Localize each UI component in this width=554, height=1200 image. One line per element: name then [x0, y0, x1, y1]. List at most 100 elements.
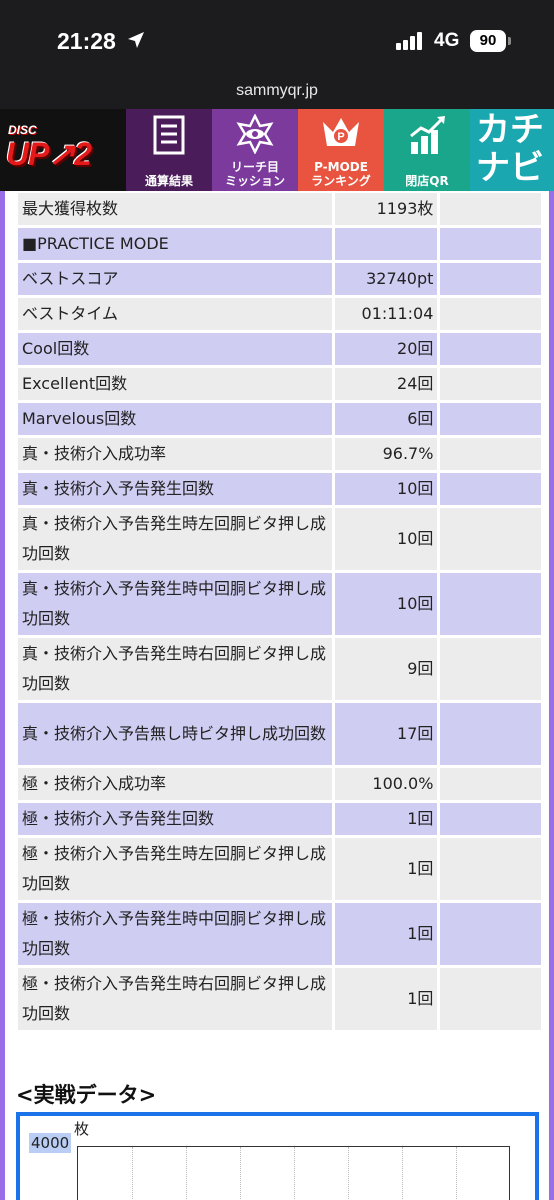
- row-extra: [440, 438, 541, 470]
- row-value: 32740pt: [334, 263, 438, 295]
- table-row: 最大獲得枚数 1193枚: [18, 193, 541, 225]
- location-arrow-icon: [128, 32, 144, 48]
- row-extra: [440, 968, 541, 1030]
- row-extra: [440, 803, 541, 835]
- row-extra: [440, 573, 541, 635]
- row-label: Cool回数: [18, 333, 332, 365]
- table-row: 極・技術介入予告発生時中回胴ビタ押し成功回数 1回: [18, 903, 541, 965]
- row-label: Marvelous回数: [18, 403, 332, 435]
- status-bar: 21:28 4G 90 sammyqr.jp: [0, 0, 554, 99]
- row-label: 真・技術介入予告発生時左回胴ビタ押し成功回数: [18, 508, 332, 570]
- row-value: 96.7%: [334, 438, 438, 470]
- nav-label: 閉店QR: [405, 174, 449, 188]
- battery-tip: [508, 37, 511, 45]
- row-label: Excellent回数: [18, 368, 332, 400]
- row-value: 100.0%: [334, 768, 438, 800]
- clock: 21:28: [57, 28, 116, 54]
- row-extra: [440, 768, 541, 800]
- row-value: 6回: [334, 403, 438, 435]
- row-extra: [440, 838, 541, 900]
- row-value: 9回: [334, 638, 438, 700]
- table-row: ベストタイム 01:11:04: [18, 298, 541, 330]
- row-value: 1回: [334, 803, 438, 835]
- row-extra: [440, 263, 541, 295]
- table-row: 真・技術介入成功率 96.7%: [18, 438, 541, 470]
- table-row: 極・技術介入予告発生回数 1回: [18, 803, 541, 835]
- gridline: [132, 1147, 133, 1200]
- row-extra: [440, 473, 541, 505]
- row-extra: [440, 298, 541, 330]
- nav-closing-qr[interactable]: 閉店QR: [384, 109, 470, 191]
- nav-total-results[interactable]: 通算結果: [126, 109, 212, 191]
- table-row: 極・技術介入予告発生時右回胴ビタ押し成功回数 1回: [18, 968, 541, 1030]
- table-row: 真・技術介入予告発生時右回胴ビタ押し成功回数 9回: [18, 638, 541, 700]
- battery-icon: 90: [470, 30, 506, 52]
- table-row: 真・技術介入予告無し時ビタ押し成功回数 17回: [18, 703, 541, 765]
- eye-icon: [236, 114, 274, 154]
- table-row: Marvelous回数 6回: [18, 403, 541, 435]
- row-extra: [440, 228, 541, 260]
- row-value: 1193枚: [334, 193, 438, 225]
- crown-icon: P: [323, 118, 359, 146]
- row-extra: [440, 903, 541, 965]
- row-label: 最大獲得枚数: [18, 193, 332, 225]
- kachi-navi-logo[interactable]: カチ ナビ: [470, 109, 554, 191]
- table-row: 真・技術介入予告発生時左回胴ビタ押し成功回数 10回: [18, 508, 541, 570]
- row-value: 17回: [334, 703, 438, 765]
- y-axis-max-label: 4000: [29, 1133, 72, 1153]
- row-label: 極・技術介入予告発生回数: [18, 803, 332, 835]
- section-title: <実戦データ>: [16, 1083, 157, 1107]
- svg-text:P: P: [337, 131, 344, 143]
- row-value: 1回: [334, 968, 438, 1030]
- row-extra: [440, 638, 541, 700]
- row-label: 真・技術介入予告発生回数: [18, 473, 332, 505]
- row-label: ベストタイム: [18, 298, 332, 330]
- row-value: 1回: [334, 903, 438, 965]
- nav-label: P-MODE ランキング: [311, 160, 371, 188]
- row-value: [334, 228, 438, 260]
- row-label: 真・技術介入予告発生時右回胴ビタ押し成功回数: [18, 638, 332, 700]
- row-extra: [440, 403, 541, 435]
- row-label: 極・技術介入予告発生時中回胴ビタ押し成功回数: [18, 903, 332, 965]
- chart-plot-area: [77, 1146, 510, 1200]
- row-value: 1回: [334, 838, 438, 900]
- row-label: 真・技術介入予告無し時ビタ押し成功回数: [18, 703, 332, 765]
- section-header-row: ■PRACTICE MODE: [18, 228, 541, 260]
- gridline: [186, 1147, 187, 1200]
- row-value: 01:11:04: [334, 298, 438, 330]
- table-row: ベストスコア 32740pt: [18, 263, 541, 295]
- row-value: 10回: [334, 508, 438, 570]
- gridline: [348, 1147, 349, 1200]
- table-row: 真・技術介入予告発生回数 10回: [18, 473, 541, 505]
- table-row: 極・技術介入予告発生時左回胴ビタ押し成功回数 1回: [18, 838, 541, 900]
- kachi-bottom-text: ナビ: [476, 148, 544, 188]
- table-row: 極・技術介入成功率 100.0%: [18, 768, 541, 800]
- network-type: 4G: [434, 30, 460, 51]
- row-label: 極・技術介入成功率: [18, 768, 332, 800]
- row-value: 20回: [334, 333, 438, 365]
- row-label: ベストスコア: [18, 263, 332, 295]
- stats-table: 最大獲得枚数 1193枚 ■PRACTICE MODE ベストスコア 32740pt ベス…: [15, 191, 544, 1033]
- table-row: Excellent回数 24回: [18, 368, 541, 400]
- list-icon: [153, 115, 185, 155]
- y-axis-unit: 枚: [74, 1120, 90, 1138]
- table-row: Cool回数 20回: [18, 333, 541, 365]
- nav-reach-mission[interactable]: リーチ目 ミッション: [212, 109, 298, 191]
- row-label: 真・技術介入成功率: [18, 438, 332, 470]
- row-extra: [440, 193, 541, 225]
- chart-up-icon: [410, 116, 445, 154]
- row-extra: [440, 368, 541, 400]
- cellular-signal-icon: [396, 32, 422, 50]
- disc-up-logo[interactable]: DISC UP↗2: [0, 109, 126, 191]
- row-label: 極・技術介入予告発生時左回胴ビタ押し成功回数: [18, 838, 332, 900]
- gridline: [240, 1147, 241, 1200]
- row-extra: [440, 333, 541, 365]
- row-extra: [440, 703, 541, 765]
- nav-label: 通算結果: [144, 174, 193, 188]
- kachi-top-text: カチ: [476, 110, 544, 150]
- address-bar-url[interactable]: sammyqr.jp: [0, 82, 554, 100]
- medal-chart: 4000 枚: [16, 1112, 539, 1200]
- row-label: ■PRACTICE MODE: [18, 228, 332, 260]
- row-label: 極・技術介入予告発生時右回胴ビタ押し成功回数: [18, 968, 332, 1030]
- nav-pmode-ranking[interactable]: P P-MODE ランキング: [298, 109, 384, 191]
